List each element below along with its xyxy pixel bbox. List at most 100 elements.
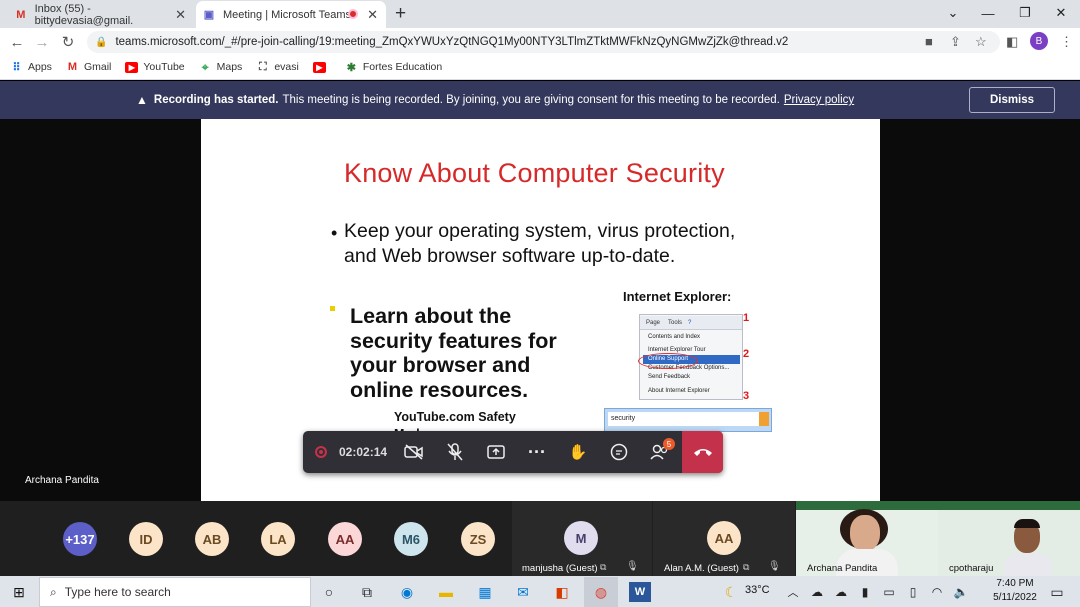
- participant-avatar[interactable]: ID: [129, 522, 163, 556]
- tab-search-icon[interactable]: ⌄: [935, 0, 971, 26]
- windows-start-icon[interactable]: ⊞: [8, 582, 30, 602]
- chrome-icon[interactable]: ◍: [590, 582, 612, 602]
- camera-off-icon[interactable]: [402, 440, 426, 464]
- task-view-icon[interactable]: ⧉: [356, 582, 378, 602]
- bookmark-maps[interactable]: ⌖ Maps: [199, 59, 243, 74]
- address-bar[interactable]: 🔒 teams.microsoft.com/_#/pre-join-callin…: [87, 31, 1000, 53]
- search-placeholder: Type here to search: [64, 585, 171, 599]
- ie-menu-item: Contents and Index: [648, 334, 701, 340]
- person-hair: [1014, 519, 1040, 528]
- close-window-icon[interactable]: ✕: [1043, 0, 1079, 26]
- device-icon: ⧉: [743, 562, 750, 572]
- ie-step-number: 3: [743, 390, 750, 402]
- back-icon[interactable]: ←: [7, 32, 27, 52]
- ie-step-number: 1: [743, 312, 750, 324]
- bookmark-evasi[interactable]: ⛶ evasi: [256, 60, 299, 74]
- chat-icon[interactable]: [607, 440, 631, 464]
- privacy-policy-link[interactable]: Privacy policy: [784, 94, 854, 106]
- ie-search-icon: [759, 412, 769, 426]
- more-actions-icon[interactable]: ···: [525, 440, 549, 464]
- bookmark-youtube-2[interactable]: ▶: [312, 61, 331, 73]
- gmail-icon: M: [16, 8, 26, 21]
- share-screen-icon[interactable]: [484, 440, 508, 464]
- close-tab-icon[interactable]: ✕: [175, 7, 186, 23]
- participant-avatar[interactable]: AA: [328, 522, 362, 556]
- participant-avatar[interactable]: AB: [195, 522, 229, 556]
- dismiss-button[interactable]: Dismiss: [969, 87, 1055, 113]
- onedrive-icon[interactable]: ☁: [806, 582, 828, 602]
- notifications-icon[interactable]: ▭: [1046, 582, 1068, 602]
- reload-icon[interactable]: ↻: [58, 32, 78, 52]
- taskbar-clock[interactable]: 7:40 PM 5/11/2022: [985, 577, 1045, 605]
- leave-call-button[interactable]: [682, 431, 723, 473]
- tab-gmail[interactable]: M Inbox (55) - bittydevasia@gmail. ✕: [8, 1, 194, 28]
- evasi-icon: ⛶: [258, 60, 267, 73]
- cortana-icon[interactable]: ○: [318, 582, 340, 602]
- ie-tools-menu: Tools: [668, 319, 683, 326]
- meeting-timer: 02:02:14: [339, 445, 388, 459]
- participant-name: Alan A.M. (Guest): [664, 563, 739, 574]
- presenter-name: Archana Pandita: [25, 475, 99, 486]
- youtube-icon: ▶: [312, 61, 326, 73]
- ie-highlight-circle: [638, 353, 698, 369]
- participant-avatar[interactable]: ZS: [461, 522, 495, 556]
- share-icon[interactable]: ⇪: [950, 34, 961, 50]
- weather-temp: 33°C: [745, 584, 770, 596]
- minimize-icon[interactable]: —: [970, 0, 1006, 26]
- more-participants-bubble[interactable]: +137: [63, 522, 97, 556]
- raise-hand-icon[interactable]: ✋: [566, 440, 590, 464]
- slide-title: Know About Computer Security: [344, 158, 725, 188]
- pen-icon[interactable]: [962, 582, 984, 602]
- bookmark-youtube[interactable]: ▶ YouTube: [125, 61, 185, 73]
- bookmark-gmail[interactable]: M Gmail: [66, 61, 112, 73]
- recording-indicator-icon: [348, 9, 358, 19]
- display-icon[interactable]: ▭: [878, 582, 900, 602]
- mic-tray-icon[interactable]: ▮: [854, 582, 876, 602]
- bookmark-apps[interactable]: ⠿ Apps: [10, 61, 51, 74]
- tab-teams[interactable]: ▣ Meeting | Microsoft Teams ✕: [196, 1, 386, 28]
- side-panel-icon[interactable]: ◧: [1006, 34, 1018, 50]
- ie-help-icon: ?: [688, 319, 692, 326]
- maximize-icon[interactable]: ❐: [1007, 0, 1043, 26]
- bookmark-star-icon[interactable]: ☆: [975, 34, 987, 50]
- forward-icon[interactable]: →: [32, 32, 52, 52]
- mic-off-icon: 🎙: [626, 561, 639, 572]
- new-tab-button[interactable]: +: [395, 3, 406, 25]
- battery-icon[interactable]: ▯: [902, 582, 924, 602]
- participant-avatar[interactable]: M6: [394, 522, 428, 556]
- ie-step-number: 2: [743, 348, 750, 360]
- chevron-up-icon[interactable]: ︿: [782, 582, 804, 602]
- close-tab-icon[interactable]: ✕: [367, 7, 378, 23]
- ie-menu-item: Internet Explorer Tour: [648, 347, 706, 353]
- wifi-icon[interactable]: ◠: [926, 582, 948, 602]
- participant-avatar[interactable]: LA: [261, 522, 295, 556]
- store-icon[interactable]: ▦: [474, 582, 496, 602]
- clock-date: 5/11/2022: [993, 592, 1037, 603]
- slide-bullet-1: Keep your operating system, virus protec…: [344, 220, 736, 267]
- banner-title: Recording has started.: [153, 94, 279, 106]
- mail-icon[interactable]: ✉: [512, 582, 534, 602]
- tab-teams-title: Meeting | Microsoft Teams: [223, 8, 351, 21]
- participant-name: manjusha (Guest): [522, 563, 598, 574]
- office-icon[interactable]: ◧: [551, 582, 573, 602]
- word-icon[interactable]: W: [629, 582, 651, 602]
- taskbar-search[interactable]: ⌕ Type here to search: [39, 577, 311, 607]
- ie-label: Internet Explorer:: [623, 289, 732, 304]
- participant-avatar: M: [564, 521, 598, 555]
- ie-toolbar: Page Tools ?: [640, 316, 742, 330]
- gmail-icon: M: [67, 61, 78, 73]
- profile-avatar[interactable]: B: [1030, 32, 1048, 50]
- url-text: teams.microsoft.com/_#/pre-join-calling/…: [115, 36, 789, 48]
- maps-pin-icon: ⌖: [201, 59, 209, 74]
- ie-menu-item: Send Feedback: [648, 374, 691, 380]
- edge-icon[interactable]: ◉: [396, 582, 418, 602]
- bullet-square: [330, 306, 335, 311]
- file-explorer-icon[interactable]: ▬: [435, 582, 457, 602]
- more-menu-icon[interactable]: ⋮: [1060, 34, 1073, 50]
- mic-muted-icon[interactable]: [443, 440, 467, 464]
- cloud-icon[interactable]: ☁: [830, 582, 852, 602]
- bookmark-fortes[interactable]: ✱ Fortes Education: [345, 61, 443, 74]
- camera-icon[interactable]: ■: [925, 34, 933, 49]
- participants-badge: 5: [663, 438, 675, 450]
- youtube-icon: ▶: [125, 61, 139, 73]
